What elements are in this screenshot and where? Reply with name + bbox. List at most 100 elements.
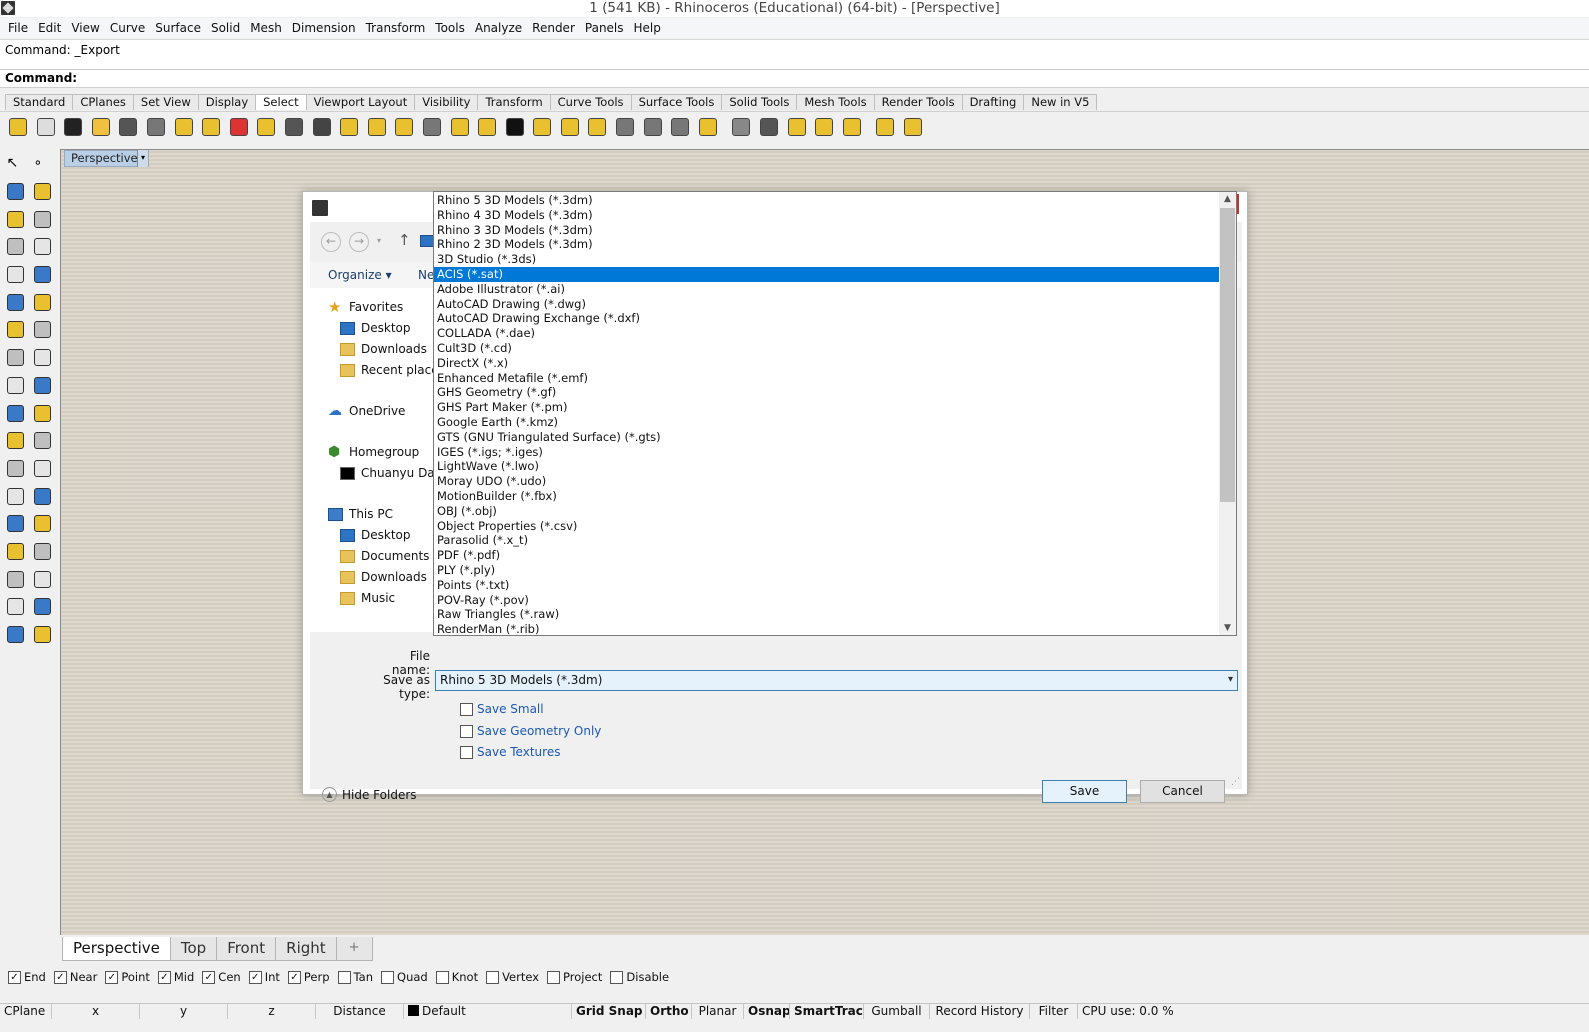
rhino-app-icon[interactable] <box>1 1 15 15</box>
scroll-thumb[interactable] <box>1220 208 1235 502</box>
viewport-menu-icon[interactable]: ▾ <box>137 150 148 167</box>
new-folder-button[interactable]: Ne <box>418 268 434 282</box>
circle-icon[interactable] <box>3 208 27 230</box>
box-icon[interactable] <box>3 319 27 341</box>
grid-icon[interactable] <box>30 540 54 562</box>
dropdown-option-collada-dae[interactable]: COLLADA (*.dae) <box>434 326 1219 341</box>
dropdown-option-moray-udo-udo[interactable]: Moray UDO (*.udo) <box>434 474 1219 489</box>
ellipse-icon[interactable] <box>30 208 54 230</box>
cplane-indicator[interactable]: CPlane <box>0 1004 52 1019</box>
menu-curve[interactable]: Curve <box>105 18 150 38</box>
hide-folders-button[interactable]: ▲ Hide Folders <box>322 787 417 802</box>
nav-pane-item-music[interactable]: Music <box>340 591 395 605</box>
checkbox-box[interactable] <box>460 724 473 738</box>
osnap-project[interactable]: Project <box>547 970 602 984</box>
organize-button[interactable]: Organize ▾ <box>328 268 392 282</box>
osnap-int[interactable]: ✓ Int <box>248 970 280 984</box>
plane-icon[interactable] <box>30 347 54 369</box>
save-button[interactable]: Save <box>1042 780 1127 803</box>
dropdown-option-rhino-2-3d-models-3dm[interactable]: Rhino 2 3D Models (*.3dm) <box>434 237 1219 252</box>
menu-mesh[interactable]: Mesh <box>245 18 287 38</box>
polyline-icon[interactable] <box>3 181 27 203</box>
nav-pane-item-documents[interactable]: Documents <box>340 549 429 563</box>
toolbar-tab-render-tools[interactable]: Render Tools <box>873 94 963 110</box>
dropdown-option-acis-sat[interactable]: ACIS (*.sat) <box>434 267 1219 282</box>
dropdown-option-ghs-geometry-gf[interactable]: GHS Geometry (*.gf) <box>434 385 1219 400</box>
viewport-tab-perspective[interactable]: Perspective <box>62 937 171 961</box>
offset-icon[interactable] <box>3 264 27 286</box>
dropdown-option-directx-x[interactable]: DirectX (*.x) <box>434 356 1219 371</box>
select-tool-7-icon[interactable] <box>171 115 197 139</box>
menu-panels[interactable]: Panels <box>580 18 629 38</box>
osnap-checkbox[interactable] <box>435 970 449 984</box>
toolbar-tab-display[interactable]: Display <box>197 94 257 110</box>
dropdown-option-pov-ray-pov[interactable]: POV-Ray (*.pov) <box>434 593 1219 608</box>
osnap-perp[interactable]: ✓ Perp <box>287 970 330 984</box>
select-tool-27-icon[interactable] <box>728 115 754 139</box>
osnap-end[interactable]: ✓ End <box>8 970 46 984</box>
scroll-down-icon[interactable]: ▼ <box>1219 623 1236 633</box>
osnap-checkbox[interactable] <box>486 970 500 984</box>
polygon-icon[interactable] <box>3 236 27 258</box>
dropdown-option-rhino-5-3d-models-3dm[interactable]: Rhino 5 3D Models (*.3dm) <box>434 193 1219 208</box>
select-tool-28-icon[interactable] <box>756 115 782 139</box>
scale-icon[interactable] <box>30 485 54 507</box>
dropdown-option-3d-studio-3ds[interactable]: 3D Studio (*.3ds) <box>434 252 1219 267</box>
menu-tools[interactable]: Tools <box>430 18 470 38</box>
dropdown-option-object-properties-csv[interactable]: Object Properties (*.csv) <box>434 519 1219 534</box>
toolbar-tab-select[interactable]: Select <box>255 94 307 110</box>
osnap-checkbox[interactable] <box>547 970 561 984</box>
osnap-knot[interactable]: Knot <box>435 970 478 984</box>
orient-icon[interactable] <box>30 513 54 535</box>
osnap-checkbox[interactable]: ✓ <box>8 970 21 984</box>
dropdown-option-lightwave-lwo[interactable]: LightWave (*.lwo) <box>434 459 1219 474</box>
nav-pane-item-desktop[interactable]: Desktop <box>340 321 411 335</box>
osnap-tan[interactable]: Tan <box>337 970 373 984</box>
nav-pane-item-this-pc[interactable]: This PC <box>328 507 393 521</box>
select-tool-23-icon[interactable] <box>612 115 638 139</box>
dropdown-option-ghs-part-maker-pm[interactable]: GHS Part Maker (*.pm) <box>434 400 1219 415</box>
dropdown-option-ply-ply[interactable]: PLY (*.ply) <box>434 563 1219 578</box>
osnap-checkbox[interactable]: ✓ <box>157 970 171 984</box>
osnap-checkbox[interactable] <box>337 970 351 984</box>
dropdown-option-pdf-pdf[interactable]: PDF (*.pdf) <box>434 548 1219 563</box>
select-arrow-icon[interactable]: ↖ <box>3 153 27 175</box>
status-toggle-record-history[interactable]: Record History <box>930 1004 1030 1019</box>
osnap-checkbox[interactable]: ✓ <box>53 970 67 984</box>
select-tool-5-icon[interactable] <box>115 115 141 139</box>
save-as-type-select[interactable]: Rhino 5 3D Models (*.3dm) ▾ <box>435 670 1238 691</box>
select-tool-21-icon[interactable] <box>557 115 583 139</box>
osnap-vertex[interactable]: Vertex <box>486 970 539 984</box>
recent-locations-chevron-icon[interactable]: ▾ <box>377 236 381 245</box>
toolbar-tab-standard[interactable]: Standard <box>5 94 74 110</box>
toolbar-tab-drafting[interactable]: Drafting <box>961 94 1025 110</box>
arc-icon[interactable] <box>3 457 27 479</box>
checkbox-save-geometry-only[interactable]: Save Geometry Only <box>460 724 601 738</box>
up-arrow-icon[interactable]: ↑ <box>398 231 411 249</box>
dropdown-option-points-txt[interactable]: Points (*.txt) <box>434 578 1219 593</box>
toolbar-tab-surface-tools[interactable]: Surface Tools <box>630 94 723 110</box>
select-tool-24-icon[interactable] <box>640 115 666 139</box>
add-viewport-tab-icon[interactable]: + <box>335 937 373 961</box>
select-tool-32-icon[interactable] <box>872 115 898 139</box>
dropdown-option-raw-triangles-raw[interactable]: Raw Triangles (*.raw) <box>434 607 1219 622</box>
checkbox-box[interactable] <box>460 702 473 716</box>
dropdown-option-rhino-3-3d-models-3dm[interactable]: Rhino 3 3D Models (*.3dm) <box>434 223 1219 238</box>
select-tool-26-icon[interactable] <box>695 115 721 139</box>
status-toggle-filter[interactable]: Filter <box>1030 1004 1078 1019</box>
toolbar-tab-viewport-layout[interactable]: Viewport Layout <box>305 94 416 110</box>
menu-help[interactable]: Help <box>629 18 666 38</box>
surface-icon[interactable] <box>3 291 27 313</box>
nav-pane-item-downloads[interactable]: Downloads <box>340 342 427 356</box>
toolbar-tab-new-in-v5[interactable]: New in V5 <box>1023 94 1098 110</box>
back-arrow-icon[interactable]: ← <box>321 232 341 252</box>
status-toggle-grid-snap[interactable]: Grid Snap <box>572 1004 646 1019</box>
menu-transform[interactable]: Transform <box>361 18 431 38</box>
loft-icon[interactable] <box>30 291 54 313</box>
menu-solid[interactable]: Solid <box>206 18 245 38</box>
select-tool-3-icon[interactable] <box>60 115 86 139</box>
osnap-checkbox[interactable] <box>381 970 395 984</box>
select-tool-33-icon[interactable] <box>900 115 926 139</box>
osnap-quad[interactable]: Quad <box>381 970 428 984</box>
lighting-icon[interactable] <box>30 374 54 396</box>
